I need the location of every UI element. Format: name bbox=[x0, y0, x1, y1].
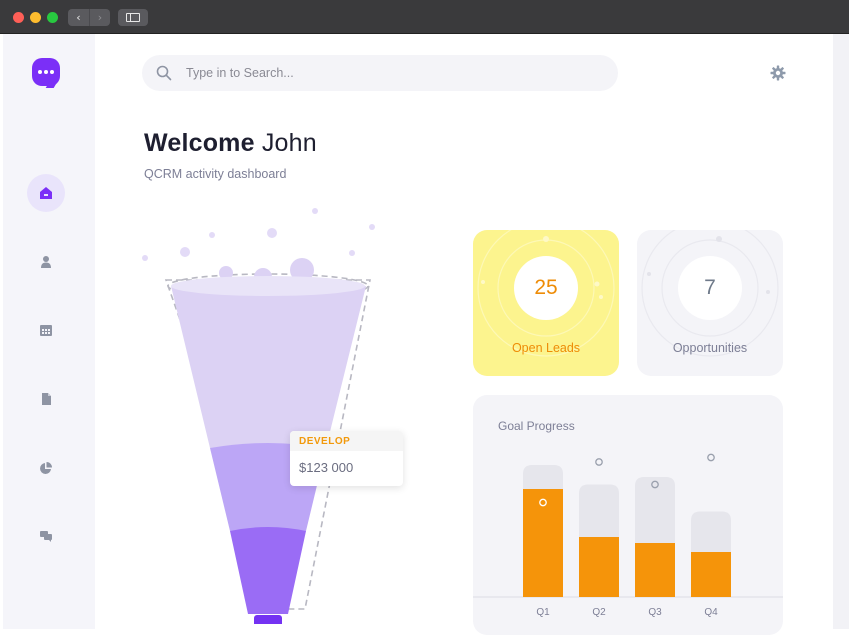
minimize-window-button[interactable] bbox=[30, 12, 41, 23]
calendar-icon bbox=[40, 325, 52, 336]
page-title: Welcome John bbox=[144, 129, 317, 158]
document-icon bbox=[42, 393, 51, 405]
leads-label: Open Leads bbox=[511, 341, 581, 355]
goal-progress-card: Goal Progress Q1 Q2 Q3 Q4 bbox=[473, 395, 783, 635]
actual-bar bbox=[691, 552, 731, 597]
close-window-button[interactable] bbox=[13, 12, 24, 23]
x-tick-label: Q2 bbox=[592, 607, 606, 618]
sidebar-item-reports[interactable] bbox=[27, 449, 65, 487]
leads-count: 25 bbox=[514, 256, 578, 320]
page-subtitle: QCRM activity dashboard bbox=[144, 167, 287, 181]
stage-value: $123 000 bbox=[299, 460, 354, 475]
scrollbar-track[interactable] bbox=[833, 34, 849, 629]
gear-icon[interactable] bbox=[770, 65, 786, 81]
x-tick-label: Q3 bbox=[648, 607, 662, 618]
search-input[interactable] bbox=[186, 63, 586, 83]
goal-progress-chart: Q1 Q2 Q3 Q4 bbox=[473, 453, 783, 618]
user-icon bbox=[41, 256, 51, 268]
funnel-stage-tooltip: DEVELOP $123 000 bbox=[290, 431, 403, 486]
chat-bubble-icon bbox=[38, 70, 54, 74]
target-marker bbox=[707, 453, 715, 462]
chat-icon bbox=[40, 531, 52, 542]
forward-button[interactable]: › bbox=[89, 9, 110, 26]
sidebar-icon bbox=[126, 13, 140, 22]
actual-bar bbox=[635, 543, 675, 597]
stage-name: DEVELOP bbox=[290, 431, 403, 451]
browser-window: ‹ › Type in to Search... Welcome John QC… bbox=[0, 0, 849, 635]
opportunities-label: Opportunities bbox=[672, 341, 748, 355]
welcome-greeting: Welcome bbox=[144, 129, 255, 157]
user-name: John bbox=[261, 129, 317, 157]
search-icon bbox=[156, 65, 172, 81]
search-bar[interactable] bbox=[142, 55, 618, 91]
pie-chart-icon bbox=[40, 462, 52, 474]
sidebar-item-messages[interactable] bbox=[27, 517, 65, 555]
home-icon bbox=[40, 187, 52, 199]
maximize-window-button[interactable] bbox=[47, 12, 58, 23]
back-button[interactable]: ‹ bbox=[68, 9, 89, 26]
sidebar-item-documents[interactable] bbox=[27, 380, 65, 418]
open-leads-card[interactable]: 25 Open Leads bbox=[473, 230, 619, 376]
sidebar-item-calendar[interactable] bbox=[27, 311, 65, 349]
opportunities-count: 7 bbox=[678, 256, 742, 320]
dashboard-app: Welcome John QCRM activity dashboard bbox=[0, 34, 849, 635]
logo[interactable] bbox=[32, 58, 60, 86]
sales-funnel bbox=[142, 208, 375, 624]
actual-bar bbox=[579, 537, 619, 597]
x-tick-label: Q1 bbox=[536, 607, 550, 618]
sidebar-item-contacts[interactable] bbox=[27, 243, 65, 281]
opportunities-card[interactable]: 7 Opportunities bbox=[637, 230, 783, 376]
title-bar: ‹ › bbox=[0, 0, 849, 34]
sidebar-item-home[interactable] bbox=[27, 174, 65, 212]
history-nav: ‹ › bbox=[68, 9, 110, 26]
target-marker bbox=[595, 458, 603, 466]
x-tick-label: Q4 bbox=[704, 607, 718, 618]
left-navigation bbox=[3, 34, 95, 629]
sidebar-toggle-button[interactable] bbox=[118, 9, 148, 26]
